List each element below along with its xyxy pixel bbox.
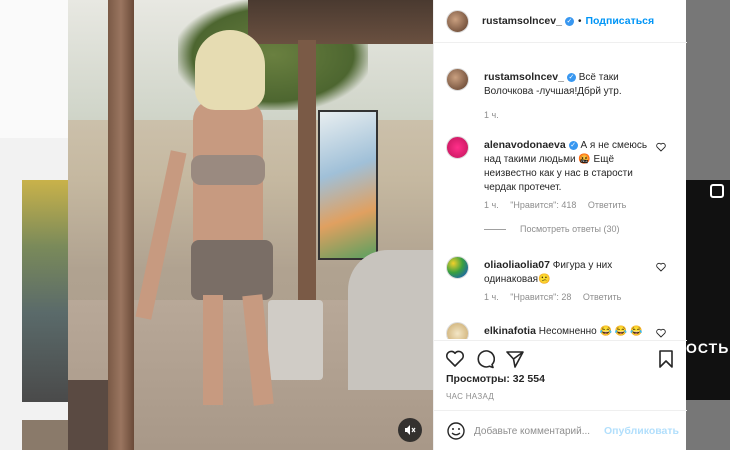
- like-heart-icon[interactable]: [656, 328, 666, 338]
- view-count[interactable]: Просмотры: 32 554: [446, 373, 545, 385]
- avatar[interactable]: [446, 9, 469, 33]
- verified-badge-icon: ✓: [564, 16, 574, 26]
- reply-button[interactable]: Ответить: [588, 200, 626, 210]
- post-header: rustamsolncev_ ✓ • Подписаться: [434, 0, 687, 43]
- like-heart-icon[interactable]: [656, 142, 666, 152]
- separator: •: [577, 15, 582, 27]
- comment-username[interactable]: oliaoliaolia07: [484, 259, 550, 271]
- background-thumbnail: [0, 0, 68, 138]
- reel-icon: [710, 184, 724, 198]
- caption-username[interactable]: rustamsolncev_: [484, 71, 564, 83]
- add-comment-bar: Опубликовать: [434, 410, 687, 450]
- post-comment-button[interactable]: Опубликовать: [604, 425, 679, 437]
- follow-button[interactable]: Подписаться: [585, 15, 654, 27]
- background-right: ОСТЬ: [686, 0, 730, 450]
- avatar[interactable]: [446, 136, 469, 159]
- mute-button[interactable]: [398, 418, 422, 442]
- action-bar: [434, 340, 687, 376]
- share-icon[interactable]: [505, 349, 525, 369]
- comment-input[interactable]: [474, 423, 624, 439]
- post-video[interactable]: [68, 0, 433, 450]
- caption-time: 1 ч.: [484, 110, 499, 120]
- avatar[interactable]: [446, 322, 469, 339]
- post-panel: rustamsolncev_ ✓ • Подписаться rustamsol…: [433, 0, 687, 450]
- heart-icon[interactable]: [445, 349, 465, 369]
- background-thumbnail[interactable]: [22, 420, 68, 450]
- view-replies-button[interactable]: Посмотреть ответы (30): [484, 224, 620, 234]
- video-subject: [135, 30, 283, 410]
- background-left: [0, 0, 68, 450]
- comment-likes[interactable]: "Нравится": 418: [510, 200, 576, 210]
- verified-badge-icon: ✓: [568, 140, 578, 150]
- background-thumbnail[interactable]: ОСТЬ: [686, 180, 730, 400]
- avatar[interactable]: [446, 68, 469, 91]
- comment-text: Несомненно 😂 😂 😂: [538, 326, 643, 337]
- like-heart-icon[interactable]: [656, 262, 666, 272]
- post-time[interactable]: ЧАС НАЗАД: [446, 392, 494, 401]
- graffiti-sign: [318, 110, 378, 260]
- avatar[interactable]: [446, 256, 469, 279]
- speaker-muted-icon: [405, 425, 416, 435]
- comment-time: 1 ч.: [484, 292, 499, 302]
- thumbnail-text: ОСТЬ: [686, 340, 730, 356]
- comment-likes[interactable]: "Нравится": 28: [510, 292, 571, 302]
- comment-time: 1 ч.: [484, 200, 499, 210]
- comments-list[interactable]: rustamsolncev_ ✓ Всё таки Волочкова -лучш…: [434, 44, 687, 339]
- comment-username[interactable]: alenavodonaeva: [484, 139, 566, 151]
- bookmark-icon[interactable]: [656, 349, 676, 369]
- author-username[interactable]: rustamsolncev_: [482, 15, 562, 27]
- reply-button[interactable]: Ответить: [583, 292, 621, 302]
- background-thumbnail[interactable]: [22, 180, 68, 402]
- emoji-icon[interactable]: [446, 421, 466, 441]
- verified-badge-icon: ✓: [566, 72, 576, 82]
- comment-username[interactable]: elkinafotia: [484, 325, 536, 337]
- comment-icon[interactable]: [475, 349, 495, 369]
